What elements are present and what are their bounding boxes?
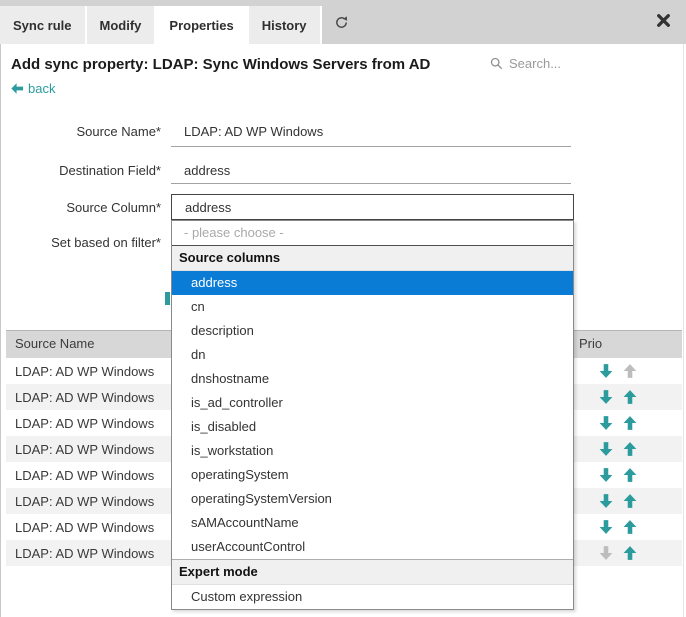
column-header-source-name: Source Name xyxy=(15,336,94,351)
priority-up-button[interactable] xyxy=(622,545,638,561)
dropdown-option-is-ad-controller[interactable]: is_ad_controller xyxy=(172,391,573,415)
source-name-value[interactable]: LDAP: AD WP Windows xyxy=(184,124,323,139)
source-column-label: Source Column* xyxy=(1,200,161,215)
source-column-dropdown: - please choose - Source columns address… xyxy=(171,220,574,610)
source-column-input[interactable] xyxy=(171,194,574,220)
priority-down-button[interactable] xyxy=(598,441,614,457)
dropdown-header-expert-mode: Expert mode xyxy=(172,559,573,585)
priority-up-button[interactable] xyxy=(622,363,638,379)
row-source-name: LDAP: AD WP Windows xyxy=(15,416,154,431)
row-source-name: LDAP: AD WP Windows xyxy=(15,442,154,457)
priority-down-button[interactable] xyxy=(598,415,614,431)
priority-down-button[interactable] xyxy=(598,389,614,405)
dropdown-option-description[interactable]: description xyxy=(172,319,573,343)
dropdown-option-dn[interactable]: dn xyxy=(172,343,573,367)
priority-up-button[interactable] xyxy=(622,467,638,483)
tab-bar: Sync rule Modify Properties History xyxy=(0,0,686,44)
close-icon[interactable] xyxy=(656,13,672,29)
priority-down-button[interactable] xyxy=(598,545,614,561)
back-arrow-icon xyxy=(11,82,24,95)
dropdown-option-cn[interactable]: cn xyxy=(172,295,573,319)
dropdown-option-operating-system-version[interactable]: operatingSystemVersion xyxy=(172,487,573,511)
tab-label: Sync rule xyxy=(13,18,72,33)
dropdown-header-source-columns: Source columns xyxy=(172,245,573,271)
properties-panel: Add sync property: LDAP: Sync Windows Se… xyxy=(0,44,684,617)
priority-up-button[interactable] xyxy=(622,415,638,431)
back-link[interactable]: back xyxy=(11,81,55,96)
save-button-partial[interactable] xyxy=(165,292,170,305)
tab-sync-rule[interactable]: Sync rule xyxy=(0,6,87,44)
column-header-prio: Prio xyxy=(579,336,602,351)
priority-down-button[interactable] xyxy=(598,519,614,535)
row-source-name: LDAP: AD WP Windows xyxy=(15,390,154,405)
source-name-label: Source Name* xyxy=(1,124,161,139)
row-source-name: LDAP: AD WP Windows xyxy=(15,364,154,379)
destination-field-value[interactable]: address xyxy=(184,163,230,178)
back-link-label: back xyxy=(28,81,55,96)
search-icon xyxy=(490,57,503,70)
row-source-name: LDAP: AD WP Windows xyxy=(15,546,154,561)
tab-label: Modify xyxy=(100,18,142,33)
priority-up-button[interactable] xyxy=(622,519,638,535)
dropdown-option-is-workstation[interactable]: is_workstation xyxy=(172,439,573,463)
dropdown-option-samaccountname[interactable]: sAMAccountName xyxy=(172,511,573,535)
destination-field-label: Destination Field* xyxy=(1,163,161,178)
dropdown-option-operating-system[interactable]: operatingSystem xyxy=(172,463,573,487)
priority-up-button[interactable] xyxy=(622,493,638,509)
dropdown-option-is-disabled[interactable]: is_disabled xyxy=(172,415,573,439)
dropdown-option-useraccountcontrol[interactable]: userAccountControl xyxy=(172,535,573,559)
tab-label: Properties xyxy=(169,18,233,33)
priority-down-button[interactable] xyxy=(598,363,614,379)
refresh-icon xyxy=(334,15,349,35)
tab-modify[interactable]: Modify xyxy=(87,6,157,44)
tab-label: History xyxy=(262,18,307,33)
refresh-button[interactable] xyxy=(322,6,361,44)
page-title: Add sync property: LDAP: Sync Windows Se… xyxy=(11,56,430,73)
destination-field-underline xyxy=(171,183,571,184)
priority-up-button[interactable] xyxy=(622,389,638,405)
set-based-on-filter-label: Set based on filter* xyxy=(1,235,161,250)
search-input[interactable] xyxy=(507,55,661,72)
tab-history[interactable]: History xyxy=(249,6,322,44)
priority-up-button[interactable] xyxy=(622,441,638,457)
tab-properties[interactable]: Properties xyxy=(156,6,248,44)
dropdown-placeholder[interactable]: - please choose - xyxy=(172,221,573,245)
search-box xyxy=(490,55,661,72)
source-name-underline xyxy=(171,146,571,147)
dropdown-option-custom-expression[interactable]: Custom expression xyxy=(172,585,573,609)
dropdown-option-dnshostname[interactable]: dnshostname xyxy=(172,367,573,391)
row-source-name: LDAP: AD WP Windows xyxy=(15,468,154,483)
row-source-name: LDAP: AD WP Windows xyxy=(15,520,154,535)
dropdown-option-address[interactable]: address xyxy=(172,271,573,295)
priority-down-button[interactable] xyxy=(598,493,614,509)
row-source-name: LDAP: AD WP Windows xyxy=(15,494,154,509)
priority-down-button[interactable] xyxy=(598,467,614,483)
